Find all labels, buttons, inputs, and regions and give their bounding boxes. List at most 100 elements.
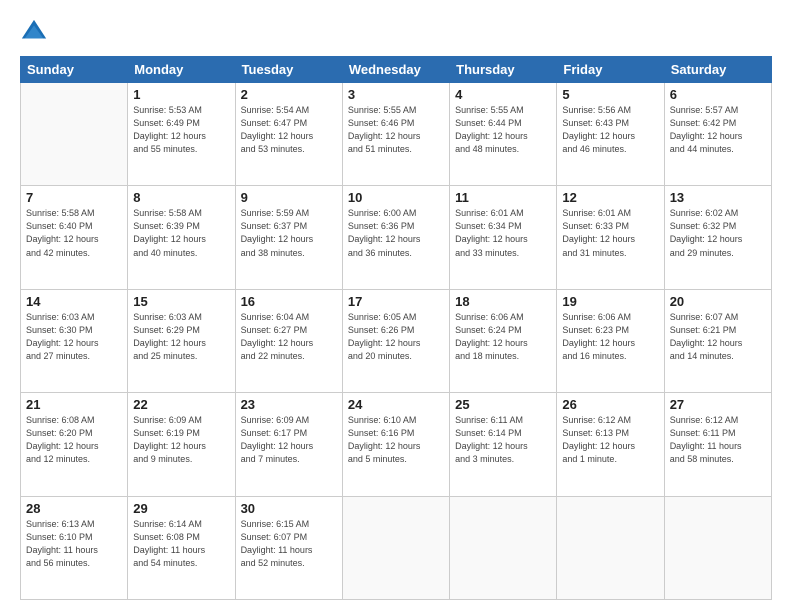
day-info: Sunrise: 6:14 AM Sunset: 6:08 PM Dayligh… bbox=[133, 518, 229, 570]
calendar-cell: 30Sunrise: 6:15 AM Sunset: 6:07 PM Dayli… bbox=[235, 496, 342, 599]
day-info: Sunrise: 5:54 AM Sunset: 6:47 PM Dayligh… bbox=[241, 104, 337, 156]
day-info: Sunrise: 6:11 AM Sunset: 6:14 PM Dayligh… bbox=[455, 414, 551, 466]
day-number: 7 bbox=[26, 190, 122, 205]
day-number: 23 bbox=[241, 397, 337, 412]
calendar-cell: 10 Sunrise: 6:00 AM Sunset: 6:36 PM Dayli… bbox=[342, 186, 449, 289]
day-number: 5 bbox=[562, 87, 658, 102]
calendar-cell: 18 Sunrise: 6:06 AM Sunset: 6:24 PM Dayli… bbox=[450, 289, 557, 392]
calendar-cell: 17 Sunrise: 6:05 AM Sunset: 6:26 PM Dayli… bbox=[342, 289, 449, 392]
calendar-cell: 20 Sunrise: 6:07 AM Sunset: 6:21 PM Dayli… bbox=[664, 289, 771, 392]
calendar-cell: 21 Sunrise: 6:08 AM Sunset: 6:20 PM Dayli… bbox=[21, 393, 128, 496]
calendar-cell: 7 Sunrise: 5:58 AM Sunset: 6:40 PM Daylig… bbox=[21, 186, 128, 289]
calendar-cell: 8 Sunrise: 5:58 AM Sunset: 6:39 PM Daylig… bbox=[128, 186, 235, 289]
calendar-cell: 4 Sunrise: 5:55 AM Sunset: 6:44 PM Daylig… bbox=[450, 83, 557, 186]
weekday-header-friday: Friday bbox=[557, 57, 664, 83]
day-number: 25 bbox=[455, 397, 551, 412]
day-number: 14 bbox=[26, 294, 122, 309]
calendar-cell: 16 Sunrise: 6:04 AM Sunset: 6:27 PM Dayli… bbox=[235, 289, 342, 392]
day-info: Sunrise: 5:55 AM Sunset: 6:46 PM Dayligh… bbox=[348, 104, 444, 156]
calendar-cell: 29 Sunrise: 6:14 AM Sunset: 6:08 PM Dayli… bbox=[128, 496, 235, 599]
calendar-cell: 25 Sunrise: 6:11 AM Sunset: 6:14 PM Dayli… bbox=[450, 393, 557, 496]
day-info: Sunrise: 6:03 AM Sunset: 6:29 PM Dayligh… bbox=[133, 311, 229, 363]
day-info: Sunrise: 6:09 AM Sunset: 6:17 PM Dayligh… bbox=[241, 414, 337, 466]
weekday-header-tuesday: Tuesday bbox=[235, 57, 342, 83]
day-number: 17 bbox=[348, 294, 444, 309]
day-info: Sunrise: 6:05 AM Sunset: 6:26 PM Dayligh… bbox=[348, 311, 444, 363]
calendar-cell bbox=[664, 496, 771, 599]
calendar-cell: 27 Sunrise: 6:12 AM Sunset: 6:11 PM Dayli… bbox=[664, 393, 771, 496]
weekday-header-saturday: Saturday bbox=[664, 57, 771, 83]
day-number: 4 bbox=[455, 87, 551, 102]
day-number: 18 bbox=[455, 294, 551, 309]
calendar-cell: 24 Sunrise: 6:10 AM Sunset: 6:16 PM Dayli… bbox=[342, 393, 449, 496]
logo bbox=[20, 18, 52, 46]
header bbox=[20, 18, 772, 46]
day-number: 6 bbox=[670, 87, 766, 102]
day-number: 15 bbox=[133, 294, 229, 309]
day-info: Sunrise: 5:58 AM Sunset: 6:39 PM Dayligh… bbox=[133, 207, 229, 259]
day-number: 11 bbox=[455, 190, 551, 205]
day-info: Sunrise: 5:59 AM Sunset: 6:37 PM Dayligh… bbox=[241, 207, 337, 259]
day-info: Sunrise: 5:56 AM Sunset: 6:43 PM Dayligh… bbox=[562, 104, 658, 156]
day-number: 16 bbox=[241, 294, 337, 309]
day-info: Sunrise: 6:13 AM Sunset: 6:10 PM Dayligh… bbox=[26, 518, 122, 570]
day-info: Sunrise: 6:06 AM Sunset: 6:24 PM Dayligh… bbox=[455, 311, 551, 363]
day-info: Sunrise: 6:08 AM Sunset: 6:20 PM Dayligh… bbox=[26, 414, 122, 466]
day-info: Sunrise: 5:55 AM Sunset: 6:44 PM Dayligh… bbox=[455, 104, 551, 156]
day-number: 2 bbox=[241, 87, 337, 102]
day-number: 27 bbox=[670, 397, 766, 412]
calendar-cell: 23 Sunrise: 6:09 AM Sunset: 6:17 PM Dayli… bbox=[235, 393, 342, 496]
day-info: Sunrise: 6:10 AM Sunset: 6:16 PM Dayligh… bbox=[348, 414, 444, 466]
day-number: 8 bbox=[133, 190, 229, 205]
calendar-cell: 6 Sunrise: 5:57 AM Sunset: 6:42 PM Daylig… bbox=[664, 83, 771, 186]
calendar-cell bbox=[342, 496, 449, 599]
weekday-header-monday: Monday bbox=[128, 57, 235, 83]
day-number: 20 bbox=[670, 294, 766, 309]
day-number: 10 bbox=[348, 190, 444, 205]
day-number: 28 bbox=[26, 501, 122, 516]
calendar-cell: 26 Sunrise: 6:12 AM Sunset: 6:13 PM Dayli… bbox=[557, 393, 664, 496]
day-info: Sunrise: 6:15 AM Sunset: 6:07 PM Dayligh… bbox=[241, 518, 337, 570]
calendar-cell: 28 Sunrise: 6:13 AM Sunset: 6:10 PM Dayli… bbox=[21, 496, 128, 599]
calendar-week-1: 1 Sunrise: 5:53 AM Sunset: 6:49 PM Daylig… bbox=[21, 83, 772, 186]
calendar-cell: 5 Sunrise: 5:56 AM Sunset: 6:43 PM Daylig… bbox=[557, 83, 664, 186]
calendar-header-row: SundayMondayTuesdayWednesdayThursdayFrid… bbox=[21, 57, 772, 83]
day-number: 26 bbox=[562, 397, 658, 412]
calendar-cell bbox=[557, 496, 664, 599]
calendar-cell: 15 Sunrise: 6:03 AM Sunset: 6:29 PM Dayli… bbox=[128, 289, 235, 392]
day-info: Sunrise: 5:57 AM Sunset: 6:42 PM Dayligh… bbox=[670, 104, 766, 156]
calendar-cell: 13Sunrise: 6:02 AM Sunset: 6:32 PM Dayli… bbox=[664, 186, 771, 289]
logo-icon bbox=[20, 18, 48, 46]
day-info: Sunrise: 6:06 AM Sunset: 6:23 PM Dayligh… bbox=[562, 311, 658, 363]
calendar-table: SundayMondayTuesdayWednesdayThursdayFrid… bbox=[20, 56, 772, 600]
day-info: Sunrise: 6:04 AM Sunset: 6:27 PM Dayligh… bbox=[241, 311, 337, 363]
day-number: 22 bbox=[133, 397, 229, 412]
day-info: Sunrise: 5:53 AM Sunset: 6:49 PM Dayligh… bbox=[133, 104, 229, 156]
day-info: Sunrise: 6:02 AM Sunset: 6:32 PM Dayligh… bbox=[670, 207, 766, 259]
calendar-cell: 9Sunrise: 5:59 AM Sunset: 6:37 PM Daylig… bbox=[235, 186, 342, 289]
day-info: Sunrise: 6:12 AM Sunset: 6:11 PM Dayligh… bbox=[670, 414, 766, 466]
weekday-header-wednesday: Wednesday bbox=[342, 57, 449, 83]
calendar-cell: 3 Sunrise: 5:55 AM Sunset: 6:46 PM Daylig… bbox=[342, 83, 449, 186]
day-info: Sunrise: 6:03 AM Sunset: 6:30 PM Dayligh… bbox=[26, 311, 122, 363]
day-info: Sunrise: 6:00 AM Sunset: 6:36 PM Dayligh… bbox=[348, 207, 444, 259]
day-number: 21 bbox=[26, 397, 122, 412]
day-number: 3 bbox=[348, 87, 444, 102]
calendar-cell bbox=[21, 83, 128, 186]
day-number: 19 bbox=[562, 294, 658, 309]
day-number: 24 bbox=[348, 397, 444, 412]
calendar-cell: 12Sunrise: 6:01 AM Sunset: 6:33 PM Dayli… bbox=[557, 186, 664, 289]
calendar-week-2: 7 Sunrise: 5:58 AM Sunset: 6:40 PM Daylig… bbox=[21, 186, 772, 289]
day-number: 1 bbox=[133, 87, 229, 102]
calendar-cell: 22Sunrise: 6:09 AM Sunset: 6:19 PM Dayli… bbox=[128, 393, 235, 496]
day-info: Sunrise: 6:07 AM Sunset: 6:21 PM Dayligh… bbox=[670, 311, 766, 363]
calendar-week-3: 14 Sunrise: 6:03 AM Sunset: 6:30 PM Dayli… bbox=[21, 289, 772, 392]
calendar-cell bbox=[450, 496, 557, 599]
calendar-cell: 2 Sunrise: 5:54 AM Sunset: 6:47 PM Daylig… bbox=[235, 83, 342, 186]
day-info: Sunrise: 6:01 AM Sunset: 6:33 PM Dayligh… bbox=[562, 207, 658, 259]
calendar-cell: 14 Sunrise: 6:03 AM Sunset: 6:30 PM Dayli… bbox=[21, 289, 128, 392]
day-info: Sunrise: 5:58 AM Sunset: 6:40 PM Dayligh… bbox=[26, 207, 122, 259]
day-info: Sunrise: 6:12 AM Sunset: 6:13 PM Dayligh… bbox=[562, 414, 658, 466]
calendar-week-5: 28 Sunrise: 6:13 AM Sunset: 6:10 PM Dayli… bbox=[21, 496, 772, 599]
day-number: 29 bbox=[133, 501, 229, 516]
